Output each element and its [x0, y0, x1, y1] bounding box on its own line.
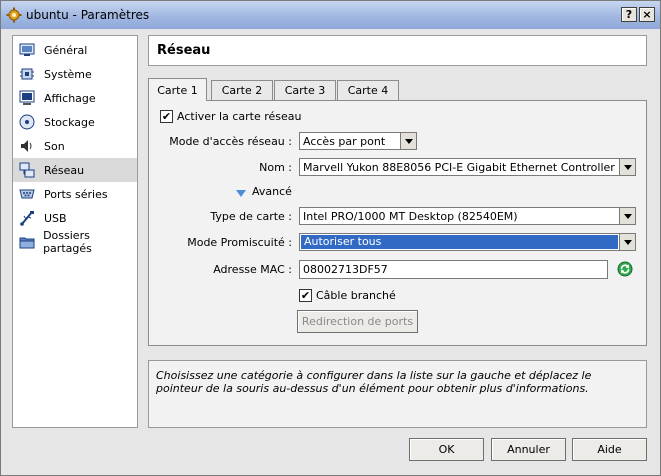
tab-adapter-1[interactable]: Carte 1	[148, 78, 207, 101]
sidebar-item-sound[interactable]: Son	[13, 134, 137, 158]
access-mode-value: Accès par pont	[303, 134, 386, 148]
port-forwarding-button[interactable]: Redirection de ports	[297, 310, 418, 333]
settings-window: ubuntu - Paramètres ? × Général Système …	[0, 0, 661, 476]
promisc-mode-select[interactable]: Autoriser tous	[299, 233, 636, 251]
speaker-icon	[18, 137, 36, 155]
ok-button[interactable]: OK	[409, 438, 484, 461]
refresh-mac-icon[interactable]	[617, 261, 633, 280]
sidebar-item-general[interactable]: Général	[13, 38, 137, 62]
sidebar-item-label: Ports séries	[44, 187, 108, 201]
mac-address-label: Adresse MAC :	[213, 263, 292, 276]
chevron-down-icon	[400, 133, 416, 149]
sidebar-item-label: USB	[44, 211, 67, 225]
card-type-label: Type de carte :	[210, 210, 292, 223]
network-icon	[18, 161, 36, 179]
gear-icon	[6, 7, 22, 23]
sidebar-item-usb[interactable]: USB	[13, 206, 137, 230]
disk-icon	[18, 113, 36, 131]
tab-panel: ✔ Activer la carte réseau Mode d'accès r…	[148, 100, 647, 346]
tab-adapter-4[interactable]: Carte 4	[337, 80, 399, 100]
folder-icon	[18, 233, 35, 251]
sidebar-item-network[interactable]: Réseau	[13, 158, 137, 182]
mac-address-input[interactable]: 08002713DF57	[299, 260, 608, 279]
expand-triangle-icon[interactable]	[236, 187, 246, 200]
sidebar-item-display[interactable]: Affichage	[13, 86, 137, 110]
sidebar-item-label: Son	[44, 139, 65, 153]
title-bar[interactable]: ubuntu - Paramètres ? ×	[1, 1, 660, 29]
chevron-down-icon	[619, 208, 635, 224]
access-mode-select[interactable]: Accès par pont	[299, 132, 417, 150]
access-mode-label: Mode d'accès réseau :	[169, 135, 292, 148]
sidebar-item-shared-folders[interactable]: Dossiers partagés	[13, 229, 137, 255]
sidebar-item-serial-ports[interactable]: Ports séries	[13, 182, 137, 206]
help-title-button[interactable]: ?	[621, 7, 637, 22]
chevron-down-icon	[619, 159, 635, 175]
cancel-button[interactable]: Annuler	[491, 438, 566, 461]
tab-adapter-2[interactable]: Carte 2	[211, 80, 273, 100]
sidebar-item-system[interactable]: Système	[13, 62, 137, 86]
page-title: Réseau	[157, 43, 211, 58]
sidebar-item-label: Affichage	[44, 91, 96, 105]
info-panel: Choisissez une catégorie à configurer da…	[148, 360, 647, 428]
sidebar-item-label: Dossiers partagés	[43, 229, 92, 255]
promisc-mode-value: Autoriser tous	[301, 235, 618, 249]
close-button[interactable]: ×	[639, 7, 655, 22]
sidebar-item-label: Général	[44, 43, 88, 57]
chevron-down-icon	[619, 234, 635, 250]
category-list: Général Système Affichage Stockage Son R…	[12, 35, 138, 428]
enable-adapter-label: Activer la carte réseau	[177, 110, 302, 123]
sidebar-item-label: Système	[44, 67, 92, 81]
cable-connected-label: Câble branché	[316, 289, 396, 302]
card-type-value: Intel PRO/1000 MT Desktop (82540EM)	[303, 209, 518, 223]
adapter-name-value: Marvell Yukon 88E8056 PCI-E Gigabit Ethe…	[303, 160, 615, 174]
chip-icon	[18, 65, 36, 83]
sidebar-item-label: Stockage	[44, 115, 95, 129]
sidebar-item-label: Réseau	[44, 163, 85, 177]
card-type-select[interactable]: Intel PRO/1000 MT Desktop (82540EM)	[299, 207, 636, 225]
promisc-mode-label: Mode Promiscuité :	[187, 236, 292, 249]
window-title: ubuntu - Paramètres	[26, 8, 150, 22]
sidebar-item-storage[interactable]: Stockage	[13, 110, 137, 134]
usb-icon	[18, 209, 36, 227]
display-icon	[18, 89, 36, 107]
monitor-icon	[18, 41, 36, 59]
help-button[interactable]: Aide	[572, 438, 647, 461]
adapter-name-select[interactable]: Marvell Yukon 88E8056 PCI-E Gigabit Ethe…	[299, 158, 636, 176]
serial-port-icon	[18, 185, 36, 203]
tab-adapter-3[interactable]: Carte 3	[274, 80, 336, 100]
info-text: Choisissez une catégorie à configurer da…	[156, 369, 592, 395]
enable-adapter-checkbox[interactable]: ✔	[160, 110, 173, 123]
adapter-name-label: Nom :	[259, 161, 292, 174]
advanced-toggle[interactable]: Avancé	[252, 185, 292, 198]
cable-connected-checkbox[interactable]: ✔	[299, 289, 312, 302]
page-header: Réseau	[148, 35, 647, 66]
